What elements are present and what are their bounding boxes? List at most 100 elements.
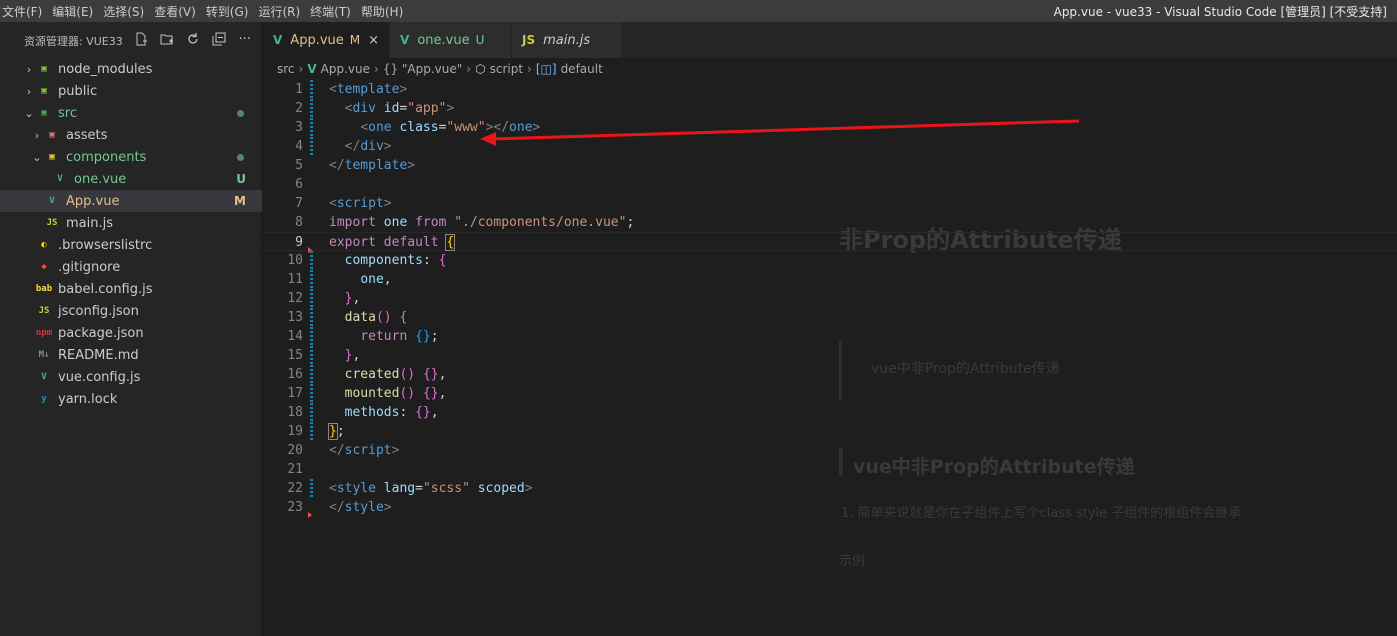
gutter-modified-marker[interactable] (310, 99, 313, 118)
code-line[interactable]: 6 (263, 175, 1397, 194)
tree-item-public[interactable]: › ▣ public (0, 80, 262, 102)
tab-app-vue[interactable]: V App.vue M × (263, 22, 391, 58)
code-text: data() { (329, 308, 408, 327)
collapse-all-icon[interactable] (211, 32, 227, 50)
tree-item-yarn-lock[interactable]: y yarn.lock (0, 388, 262, 410)
vue-file-icon: V (273, 33, 283, 47)
menu-run[interactable]: 运行(R) (256, 3, 308, 20)
tree-item-readme-md[interactable]: M↓ README.md (0, 344, 262, 366)
line-number: 17 (287, 386, 303, 401)
tree-item-components[interactable]: ⌄ ▣ components (0, 146, 262, 168)
tree-item--gitignore[interactable]: ◆ .gitignore (0, 256, 262, 278)
tree-item-assets[interactable]: › ▣ assets (0, 124, 262, 146)
code-line[interactable]: 20 </script> (263, 441, 1397, 460)
code-line[interactable]: 16 created() {}, (263, 365, 1397, 384)
gutter-modified-marker[interactable] (310, 346, 313, 365)
tree-item-jsconfig-json[interactable]: JS jsconfig.json (0, 300, 262, 322)
gutter-modified-marker[interactable] (310, 365, 313, 384)
code-line[interactable]: 14 return {}; (263, 327, 1397, 346)
code-line[interactable]: 21 (263, 460, 1397, 479)
tree-item-babel-config-js[interactable]: bab babel.config.js (0, 278, 262, 300)
code-line[interactable]: 17 mounted() {}, (263, 384, 1397, 403)
code-text: import one from "./components/one.vue"; (329, 213, 634, 232)
code-token: class (399, 120, 439, 135)
new-file-icon[interactable] (133, 32, 149, 50)
breadcrumb-file[interactable]: App.vue (321, 62, 370, 76)
menu-file[interactable]: 文件(F) (0, 3, 50, 20)
code-line[interactable]: 7 <script> (263, 194, 1397, 213)
gutter-modified-marker[interactable] (310, 289, 313, 308)
code-token: div (352, 101, 376, 116)
tree-item-package-json[interactable]: npm package.json (0, 322, 262, 344)
code-token: one (383, 215, 408, 230)
code-line[interactable]: 13 data() { (263, 308, 1397, 327)
code-line[interactable]: 22 <style lang="scss" scoped> (263, 479, 1397, 498)
code-token: default (383, 235, 439, 250)
tree-item--browserslistrc[interactable]: ◐ .browserslistrc (0, 234, 262, 256)
git-status-badge: U (236, 172, 246, 186)
breadcrumb-src[interactable]: src (277, 62, 295, 76)
tree-item-vue-config-js[interactable]: Vvue.config.js (0, 366, 262, 388)
gutter-modified-marker[interactable] (310, 137, 313, 156)
code-line[interactable]: 23 </style> (263, 498, 1397, 518)
tab-main-js[interactable]: JS main.js (512, 22, 623, 58)
code-line[interactable]: 5 </template> (263, 156, 1397, 175)
code-line[interactable]: 19}; (263, 422, 1397, 441)
tree-item-src[interactable]: ⌄ ▣ src (0, 102, 262, 124)
menu-edit[interactable]: 编辑(E) (50, 3, 101, 20)
menu-go[interactable]: 转到(G) (204, 3, 257, 20)
breadcrumb-script[interactable]: script (490, 62, 523, 76)
gutter-modified-marker[interactable] (310, 384, 313, 403)
gutter-modified-marker[interactable] (310, 251, 313, 270)
menu-terminal[interactable]: 终端(T) (308, 3, 359, 20)
refresh-icon[interactable] (185, 32, 201, 50)
gutter-modified-marker[interactable] (310, 403, 313, 422)
tree-item-app-vue[interactable]: V App.vue M (0, 190, 262, 212)
breadcrumb-module[interactable]: {} "App.vue" (383, 62, 462, 76)
line-number: 23 (287, 500, 303, 515)
tree-item-main-js[interactable]: JS main.js (0, 212, 262, 234)
code-text: }, (329, 289, 361, 308)
code-line[interactable]: 8 import one from "./components/one.vue"; (263, 213, 1397, 232)
gutter-modified-marker[interactable] (310, 118, 313, 137)
code-line[interactable]: 12 }, (263, 289, 1397, 308)
gutter-modified-marker[interactable] (310, 308, 313, 327)
vue-icon: V (49, 196, 55, 206)
menu-help[interactable]: 帮助(H) (359, 3, 411, 20)
code-token: export (329, 235, 376, 250)
more-icon[interactable]: ··· (237, 32, 253, 50)
code-line[interactable]: 18 methods: {}, (263, 403, 1397, 422)
tree-item-one-vue[interactable]: Vone.vue U (0, 168, 262, 190)
gutter-modified-marker[interactable] (310, 270, 313, 289)
tree-item-label: App.vue (66, 193, 120, 209)
breadcrumb-default[interactable]: default (561, 62, 603, 76)
code-line[interactable]: 15 }, (263, 346, 1397, 365)
menu-view[interactable]: 查看(V) (152, 3, 204, 20)
code-line[interactable]: 3 <one class="www"></one> (263, 118, 1397, 137)
code-token: > (532, 120, 541, 135)
code-line[interactable]: 11 one, (263, 270, 1397, 289)
code-token: {} (415, 405, 431, 420)
close-icon[interactable]: × (368, 33, 379, 48)
code-token: () (399, 367, 416, 382)
gutter-modified-marker[interactable] (310, 479, 313, 498)
new-folder-icon[interactable] (159, 32, 175, 50)
file-tree: › ▣ node_modules › ▣ public ⌄ ▣ src › ▣ assets ⌄ ▣ com… (0, 58, 262, 410)
gutter-modified-marker[interactable] (310, 80, 313, 99)
line-number: 6 (295, 177, 303, 192)
git-status-badge: M (234, 194, 246, 208)
code-line[interactable]: 4 </div> (263, 137, 1397, 156)
code-line[interactable]: 1 <template> (263, 80, 1397, 99)
code-line[interactable]: 10 components: { (263, 251, 1397, 270)
gutter-modified-marker[interactable] (310, 327, 313, 346)
gutter-deleted-marker[interactable] (308, 512, 312, 518)
code-line[interactable]: 9 export default { (263, 232, 1397, 253)
code-editor[interactable]: 1 <template> 2 <div id="app"> 3 <one class=… (263, 80, 1397, 636)
code-token: div (360, 139, 384, 154)
gutter-modified-marker[interactable] (310, 422, 313, 441)
tab-one-vue[interactable]: Vone.vue U (390, 22, 513, 58)
menu-selection[interactable]: 选择(S) (101, 3, 152, 20)
tree-item-node-modules[interactable]: › ▣ node_modules (0, 58, 262, 80)
code-line[interactable]: 2 <div id="app"> (263, 99, 1397, 118)
